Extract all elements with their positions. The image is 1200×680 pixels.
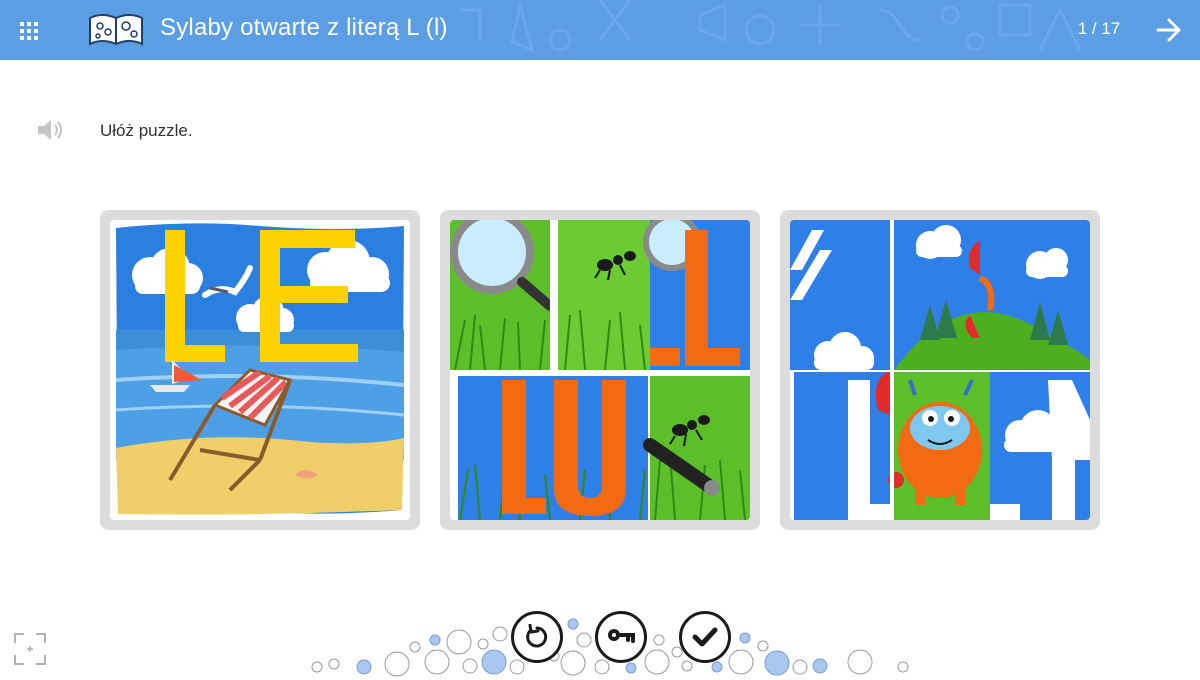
fullscreen-icon (14, 633, 46, 665)
check-button[interactable] (679, 611, 731, 663)
puzzle-image-ant (450, 220, 750, 520)
hint-button[interactable] (595, 611, 647, 663)
ant-puzzle-illustration (450, 220, 750, 520)
checkmark-icon (692, 627, 718, 647)
beach-illustration (115, 223, 405, 515)
puzzle-card-beach[interactable] (100, 210, 420, 530)
fullscreen-button[interactable] (14, 633, 46, 665)
page-counter: 1 / 17 (1077, 19, 1121, 38)
reset-icon (526, 624, 548, 648)
arrow-right-icon (1156, 18, 1181, 42)
instruction-text: Ułóż puzzle. (100, 121, 193, 140)
letters-LU (502, 380, 626, 516)
puzzle-image-monster (790, 220, 1090, 520)
page-title: Sylaby otwarte z literą L (l) (160, 14, 448, 41)
puzzle-image-beach (110, 220, 410, 520)
reset-button[interactable] (511, 611, 563, 663)
puzzle-card-ant[interactable] (440, 210, 760, 530)
key-icon (608, 629, 635, 643)
speaker-icon (38, 120, 62, 140)
menu-grid-button[interactable] (12, 14, 46, 48)
monster-puzzle-illustration (790, 220, 1090, 520)
top-bar: Sylaby otwarte z literą L (l) 1 / 17 (0, 0, 1200, 60)
grid-icon (20, 22, 38, 40)
book-logo (89, 14, 143, 46)
audio-button[interactable] (34, 116, 68, 144)
next-button[interactable] (1150, 12, 1188, 48)
puzzle-card-monster[interactable] (780, 210, 1100, 530)
